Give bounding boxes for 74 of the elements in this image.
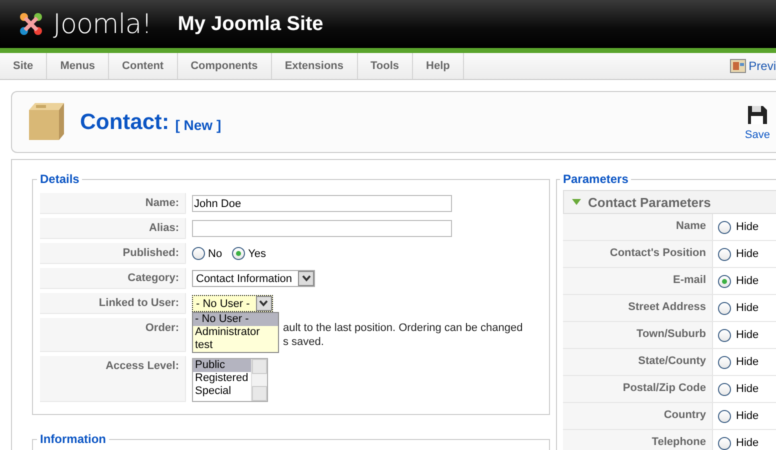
- field-label: Order:: [40, 318, 186, 352]
- parameter-label: E-mail: [563, 268, 713, 294]
- menu-item[interactable]: Tools: [358, 53, 414, 79]
- parameter-label: Country: [563, 403, 713, 429]
- radio-label: Hide: [736, 356, 759, 368]
- radio-button[interactable]: [718, 274, 731, 288]
- radio-label: Yes: [248, 248, 266, 260]
- radio-label: Hide: [736, 275, 759, 287]
- list-option[interactable]: Public: [193, 359, 251, 372]
- dropdown-option[interactable]: - No User -: [193, 313, 278, 326]
- menu-item[interactable]: Site: [0, 53, 48, 79]
- parameter-label: Town/Suburb: [563, 322, 713, 348]
- radio-label: Hide: [736, 383, 759, 395]
- text-field[interactable]: John Doe: [192, 195, 452, 212]
- list-option[interactable]: Special: [193, 385, 251, 398]
- radio-button[interactable]: [718, 436, 731, 450]
- site-name: My Joomla Site: [178, 12, 324, 36]
- menu-item[interactable]: Extensions: [272, 53, 358, 79]
- radio-label: No: [208, 248, 222, 260]
- page-subtitle: [ New ]: [175, 116, 222, 132]
- menu-item[interactable]: Help: [413, 53, 464, 79]
- radio-label: Hide: [736, 302, 759, 314]
- menu-item[interactable]: Components: [178, 53, 272, 79]
- save-button[interactable]: Save: [744, 103, 770, 141]
- field-label: Alias:: [40, 218, 186, 239]
- menu-item[interactable]: Menus: [47, 53, 110, 79]
- radio-label: Hide: [736, 437, 759, 449]
- preview-icon: [730, 59, 746, 73]
- radio-label: Hide: [736, 410, 759, 422]
- field-label: Category:: [40, 268, 186, 289]
- radio-button[interactable]: [718, 356, 731, 368]
- radio-button[interactable]: [718, 382, 731, 396]
- parameter-label: Postal/Zip Code: [563, 376, 713, 402]
- section-title: Parameters: [562, 172, 630, 186]
- preview-link[interactable]: Previ: [748, 59, 776, 73]
- parameter-label: Contact's Position: [563, 241, 713, 267]
- radio-label: Hide: [736, 248, 759, 260]
- dropdown[interactable]: - No User -: [192, 295, 273, 312]
- help-text: s saved.: [283, 335, 325, 349]
- field-label: Published:: [40, 243, 186, 264]
- logo-text: Joomla!: [53, 8, 152, 40]
- field-label: Linked to User:: [40, 293, 186, 314]
- help-text: ault to the last position. Ordering can be changed: [283, 321, 523, 335]
- field-label: Access Level:: [40, 356, 186, 402]
- radio-button[interactable]: [718, 248, 731, 260]
- text-field[interactable]: [192, 220, 452, 237]
- radio-label: Hide: [736, 329, 759, 341]
- list-option[interactable]: Registered: [193, 372, 251, 385]
- radio-button[interactable]: [718, 328, 731, 342]
- parameter-label: State/County: [563, 349, 713, 375]
- parameter-label: Telephone: [563, 430, 713, 450]
- menu-item[interactable]: Content: [109, 53, 178, 79]
- dropdown-option[interactable]: test: [193, 339, 278, 352]
- radio-button[interactable]: [718, 410, 731, 422]
- section-title: Details: [39, 172, 80, 186]
- scrollbar[interactable]: [251, 359, 267, 401]
- dropdown[interactable]: Contact Information: [192, 270, 315, 287]
- accordion-header[interactable]: Contact Parameters: [563, 190, 776, 214]
- list-box[interactable]: Public Registered Special: [192, 358, 268, 402]
- radio-button[interactable]: [718, 220, 731, 234]
- radio-button[interactable]: [718, 302, 731, 314]
- section-title: Information: [39, 432, 107, 446]
- radio-button[interactable]: [232, 247, 246, 260]
- parameter-label: Street Address: [563, 295, 713, 321]
- logo-icon: [17, 10, 45, 38]
- parameter-label: Name: [563, 214, 713, 240]
- radio-button[interactable]: [192, 247, 205, 260]
- dropdown-option[interactable]: Administrator: [193, 326, 278, 339]
- caret-icon: [302, 275, 310, 282]
- field-label: Name:: [40, 193, 186, 214]
- page-title: Contact:: [80, 109, 170, 135]
- triangle-icon: [572, 199, 581, 205]
- radio-label: Hide: [736, 221, 759, 233]
- caret-icon: [259, 300, 268, 307]
